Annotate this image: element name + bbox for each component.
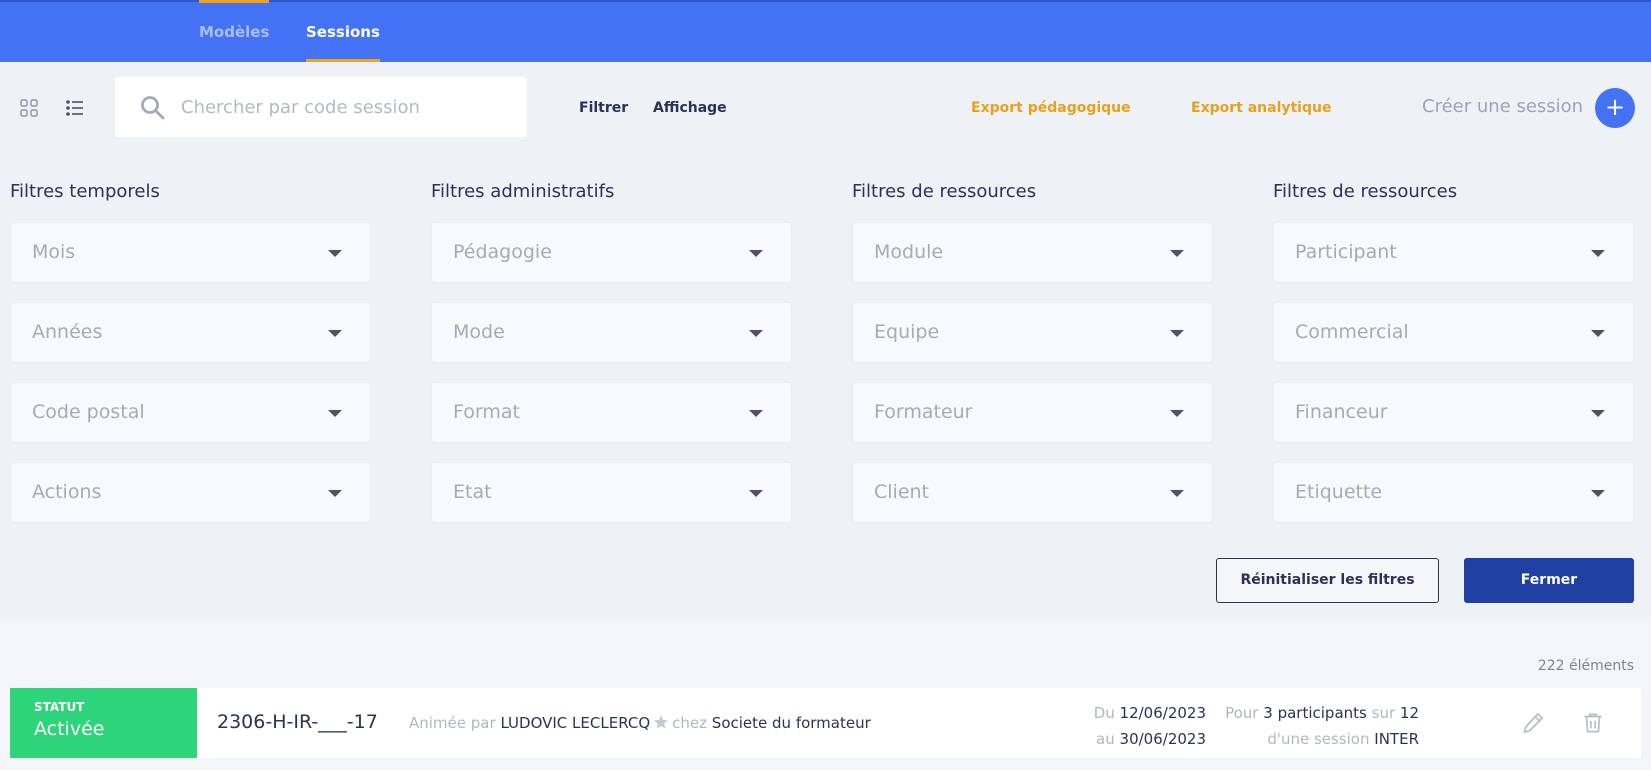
for-prefix: Pour	[1225, 704, 1259, 722]
table-row[interactable]: STATUT Activée 2306-H-IR-___-17 Animée p…	[10, 688, 1641, 758]
search-box	[115, 77, 527, 137]
caret-down-icon	[328, 330, 342, 337]
to-prefix: au	[1096, 730, 1115, 748]
session-participants: Pour 3 participants sur 12 d'une session…	[1225, 700, 1419, 752]
participants-count: 3 participants	[1263, 704, 1367, 722]
caret-down-icon	[1170, 330, 1184, 337]
select-funder-label: Financeur	[1295, 401, 1388, 423]
select-postal-code-label: Code postal	[32, 401, 145, 423]
of-prefix: sur	[1371, 704, 1396, 722]
caret-down-icon	[1591, 410, 1605, 417]
at-prefix: chez	[672, 714, 708, 732]
search-icon	[139, 94, 167, 122]
display-button[interactable]: Affichage	[653, 100, 727, 116]
tab-sessions-label: Sessions	[306, 23, 380, 41]
select-participant[interactable]: Participant	[1273, 222, 1634, 283]
select-format[interactable]: Format	[431, 382, 792, 443]
select-actions-label: Actions	[32, 481, 102, 503]
create-session-label[interactable]: Créer une session	[1422, 96, 1583, 117]
select-month[interactable]: Mois	[10, 222, 371, 283]
from-prefix: Du	[1093, 704, 1115, 722]
animated-by-prefix: Animée par	[409, 714, 496, 732]
session-type: INTER	[1374, 730, 1419, 748]
caret-down-icon	[749, 490, 763, 497]
select-module-label: Module	[874, 241, 944, 263]
select-trainer[interactable]: Formateur	[852, 382, 1213, 443]
capacity: 12	[1399, 704, 1419, 722]
select-pedagogy[interactable]: Pédagogie	[431, 222, 792, 283]
select-client[interactable]: Client	[852, 462, 1213, 523]
tab-sessions[interactable]: Sessions	[306, 2, 380, 62]
plus-icon: +	[1604, 93, 1626, 121]
select-mode-label: Mode	[453, 321, 505, 343]
company-name: Societe du formateur	[711, 714, 871, 732]
select-funder[interactable]: Financeur	[1273, 382, 1634, 443]
grid-view-icon[interactable]	[18, 97, 40, 119]
caret-down-icon	[1170, 490, 1184, 497]
select-commercial-label: Commercial	[1295, 321, 1409, 343]
filter-group-title-temporal: Filtres temporels	[10, 181, 160, 202]
filter-group-title-resources-2: Filtres de ressources	[1273, 181, 1458, 202]
tab-models-indicator	[199, 0, 270, 3]
search-input[interactable]	[181, 89, 511, 125]
edit-pencil-icon[interactable]	[1520, 710, 1546, 736]
star-icon	[653, 714, 669, 730]
select-state[interactable]: Etat	[431, 462, 792, 523]
select-participant-label: Participant	[1295, 241, 1397, 263]
select-team[interactable]: Equipe	[852, 302, 1213, 363]
reset-filters-button[interactable]: Réinitialiser les filtres	[1216, 558, 1439, 603]
filter-group-title-administrative: Filtres administratifs	[431, 181, 615, 202]
caret-down-icon	[749, 250, 763, 257]
filter-button[interactable]: Filtrer	[579, 100, 628, 116]
select-module[interactable]: Module	[852, 222, 1213, 283]
caret-down-icon	[1170, 250, 1184, 257]
select-trainer-label: Formateur	[874, 401, 973, 423]
caret-down-icon	[328, 490, 342, 497]
end-date: 30/06/2023	[1119, 730, 1206, 748]
caret-down-icon	[749, 410, 763, 417]
list-view-icon[interactable]	[64, 97, 86, 119]
export-pedagogique-button[interactable]: Export pédagogique	[971, 100, 1131, 116]
session-trainer-info: Animée par LUDOVIC LECLERCQ chez Societe …	[409, 714, 871, 732]
session-code[interactable]: 2306-H-IR-___-17	[217, 711, 378, 733]
trainer-name: LUDOVIC LECLERCQ	[500, 714, 651, 732]
results-count: 222 éléments	[1537, 658, 1634, 674]
select-client-label: Client	[874, 481, 930, 503]
status-badge: STATUT Activée	[10, 688, 197, 758]
select-pedagogy-label: Pédagogie	[453, 241, 552, 263]
caret-down-icon	[1591, 330, 1605, 337]
status-value: Activée	[34, 718, 105, 740]
create-session-button[interactable]: +	[1595, 88, 1635, 128]
delete-trash-icon[interactable]	[1580, 710, 1606, 736]
caret-down-icon	[749, 330, 763, 337]
tab-sessions-active-indicator	[306, 59, 380, 62]
select-label-tag[interactable]: Etiquette	[1273, 462, 1634, 523]
close-filters-button[interactable]: Fermer	[1464, 558, 1634, 603]
caret-down-icon	[328, 250, 342, 257]
start-date: 12/06/2023	[1119, 704, 1206, 722]
select-actions[interactable]: Actions	[10, 462, 371, 523]
select-years-label: Années	[32, 321, 103, 343]
session-dates: Du 12/06/2023 au 30/06/2023	[1094, 700, 1206, 752]
select-state-label: Etat	[453, 481, 492, 503]
select-month-label: Mois	[32, 241, 76, 263]
top-navigation-bar: Modèles Sessions	[0, 0, 1651, 62]
tab-models[interactable]: Modèles	[199, 0, 270, 62]
select-label-tag-label: Etiquette	[1295, 481, 1383, 503]
select-team-label: Equipe	[874, 321, 940, 343]
status-title: STATUT	[34, 700, 85, 714]
select-years[interactable]: Années	[10, 302, 371, 363]
export-analytique-button[interactable]: Export analytique	[1191, 100, 1331, 116]
tab-models-label: Modèles	[199, 23, 270, 41]
select-commercial[interactable]: Commercial	[1273, 302, 1634, 363]
select-postal-code[interactable]: Code postal	[10, 382, 371, 443]
caret-down-icon	[1170, 410, 1184, 417]
select-mode[interactable]: Mode	[431, 302, 792, 363]
caret-down-icon	[328, 410, 342, 417]
caret-down-icon	[1591, 250, 1605, 257]
session-prefix: d'une session	[1267, 730, 1370, 748]
caret-down-icon	[1591, 490, 1605, 497]
select-format-label: Format	[453, 401, 520, 423]
filter-group-title-resources: Filtres de ressources	[852, 181, 1037, 202]
